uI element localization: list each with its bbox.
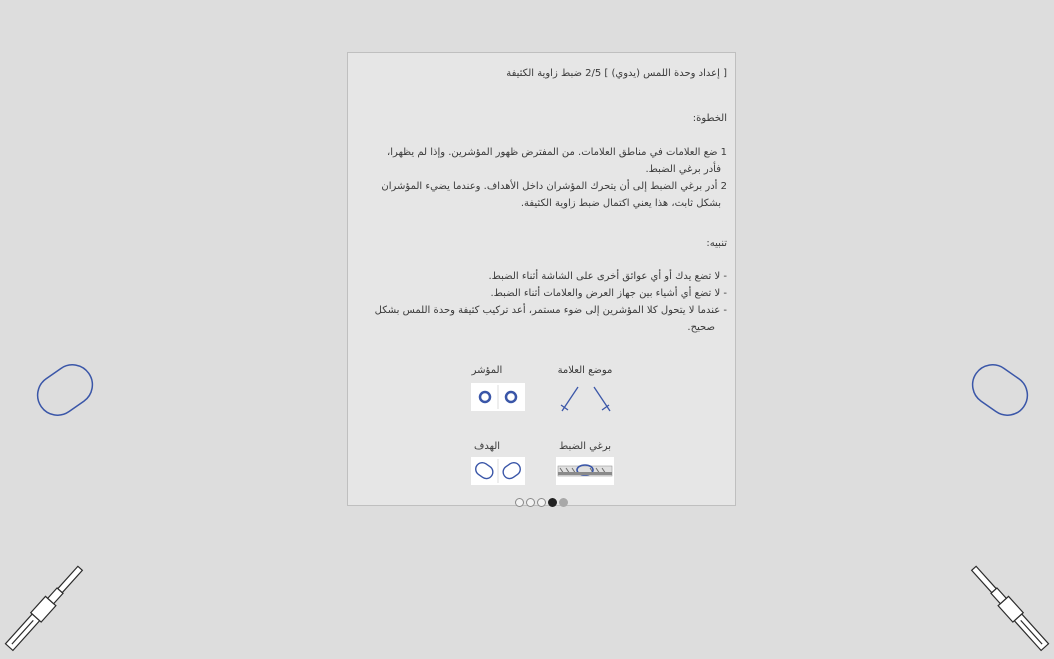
- target-label: الهدف: [473, 441, 501, 452]
- note-line: - لا تضع أي أشياء بين جهاز العرض والعلام…: [490, 288, 727, 299]
- left-target-ring-icon: [36, 364, 94, 416]
- page-dot[interactable]: [526, 497, 535, 507]
- step-line: بشكل ثابت، هذا يعني اكتمال ضبط زاوية الك…: [520, 198, 721, 209]
- page-dot[interactable]: [537, 497, 546, 507]
- indicator-label: المؤشر: [471, 365, 503, 376]
- right-target-ring-icon: [971, 364, 1029, 416]
- indicator-icon: [471, 383, 525, 411]
- steps-heading: الخطوة:: [692, 113, 727, 124]
- note-line: - عندما لا يتحول كلا المؤشرين إلى ضوء مس…: [374, 305, 727, 316]
- page-dot-current[interactable]: [548, 497, 557, 507]
- note-line: صحيح.: [687, 322, 715, 333]
- step-line: 1 ضع العلامات في مناطق العلامات. من المف…: [387, 147, 727, 158]
- page-dot[interactable]: [559, 497, 568, 507]
- step-line: 2 أدر برغي الضبط إلى أن يتحرك المؤشران د…: [381, 181, 727, 192]
- right-marker-pen-icon: [970, 565, 1050, 652]
- instruction-panel: [ إعداد وحدة اللمس (يدوي) ] 2/5 ضبط زاوي…: [347, 52, 736, 507]
- page-title: [ إعداد وحدة اللمس (يدوي) ] 2/5 ضبط زاوي…: [506, 68, 727, 79]
- mark-position-label: موضع العلامة: [557, 365, 613, 376]
- adjust-screw-icon: [556, 457, 614, 485]
- step-line: فأدر برغي الضبط.: [645, 164, 721, 175]
- notes-section: تنبيه:: [354, 235, 727, 252]
- steps-section: الخطوة:: [354, 110, 727, 127]
- adjust-screw-label: برغي الضبط: [558, 441, 612, 452]
- steps-list: 1 ضع العلامات في مناطق العلامات. من المف…: [354, 144, 727, 212]
- notes-list: - لا تضع يدك أو أي عوائق أخرى على الشاشة…: [354, 268, 727, 336]
- mark-position-icon: [560, 386, 611, 412]
- target-icon: [471, 457, 525, 485]
- page-dot[interactable]: [515, 497, 524, 507]
- left-marker-pen-icon: [4, 565, 84, 652]
- page-indicator: [348, 497, 735, 507]
- notes-heading: تنبيه:: [706, 238, 727, 249]
- note-line: - لا تضع يدك أو أي عوائق أخرى على الشاشة…: [488, 271, 727, 282]
